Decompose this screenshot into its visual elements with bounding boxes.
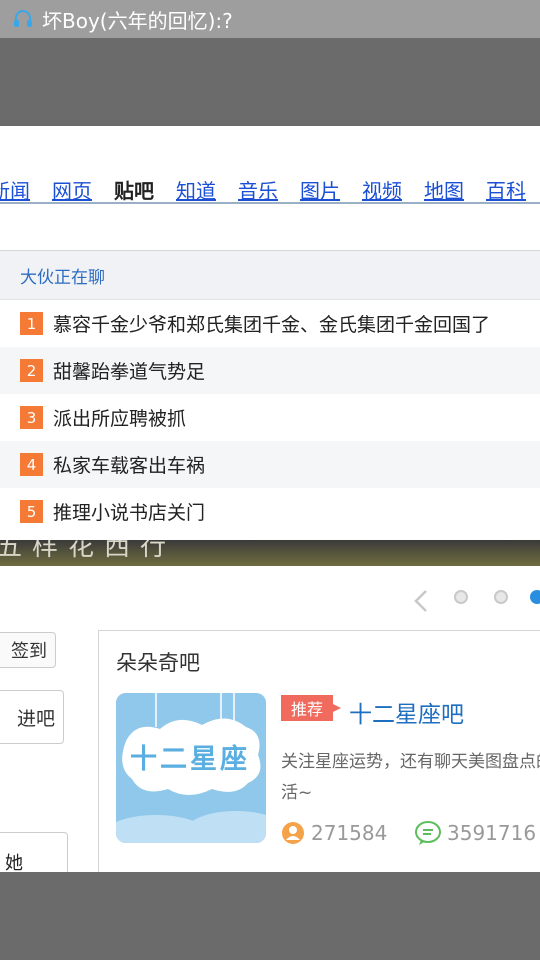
carousel-dot-active[interactable]	[530, 590, 540, 604]
posts-stat: 3591716	[415, 821, 536, 845]
rank-badge: 5	[20, 500, 43, 523]
top-nav: 新闻 网页 贴吧 知道 音乐 图片 视频 地图 百科 文	[0, 174, 540, 204]
web-view[interactable]: 新闻 网页 贴吧 知道 音乐 图片 视频 地图 百科 文 大伙正在聊 1 慕容千…	[0, 126, 540, 872]
bar-description: 关注星座运势，还有聊天美图盘点的生活~	[281, 752, 540, 803]
recommend-badge: 推荐	[281, 695, 341, 721]
headphones-icon	[12, 8, 34, 30]
banner-image[interactable]: 五样花西行	[0, 540, 540, 566]
nav-item-map[interactable]: 地图	[424, 175, 464, 204]
rank-badge: 4	[20, 453, 43, 476]
hot-topics-panel: 大伙正在聊 1 慕容千金少爷和郑氏集团千金、金氏集团千金回国了 2 甜馨跆拳道气…	[0, 250, 540, 541]
hot-topic-item[interactable]: 1 慕容千金少爷和郑氏集团千金、金氏集团千金回国了	[0, 300, 540, 347]
nav-item-tieba[interactable]: 贴吧	[114, 175, 154, 204]
hot-topic-item[interactable]: 5 推理小说书店关门	[0, 488, 540, 535]
nav-item-music[interactable]: 音乐	[238, 175, 278, 204]
rank-badge: 3	[20, 406, 43, 429]
bar-name-link[interactable]: 十二星座吧	[349, 695, 464, 729]
feed-snippet-text: 她	[5, 853, 23, 872]
left-panel: 签到 进吧 她	[0, 626, 80, 872]
recommend-card: 朵朵奇吧 十二星座 推荐 十二星座吧 关注星座运势，还有聊天美图盘点的生活~ 2…	[98, 630, 540, 872]
status-bar: 坏Boy(六年的回忆):?	[0, 0, 540, 38]
nav-item-news[interactable]: 新闻	[0, 175, 30, 204]
nav-divider	[0, 202, 540, 204]
thumb-label: 十二星座	[130, 744, 250, 775]
status-title: 坏Boy(六年的回忆):?	[42, 8, 233, 33]
hot-topic-text[interactable]: 推理小说书店关门	[53, 498, 205, 525]
hot-topic-item[interactable]: 4 私家车载客出车祸	[0, 441, 540, 488]
feed-snippet[interactable]: 她	[0, 832, 68, 872]
enter-bar-button[interactable]: 进吧	[0, 690, 64, 744]
hot-topic-text[interactable]: 甜馨跆拳道气势足	[53, 357, 205, 384]
hot-topic-item[interactable]: 2 甜馨跆拳道气势足	[0, 347, 540, 394]
carousel-indicator	[0, 584, 540, 614]
carousel-dot[interactable]	[494, 590, 508, 604]
banner-text: 五样花西行	[0, 540, 177, 562]
nav-item-images[interactable]: 图片	[300, 175, 340, 204]
card-title: 朵朵奇吧	[116, 651, 200, 675]
signin-button[interactable]: 签到	[0, 632, 56, 668]
carousel-dot[interactable]	[454, 590, 468, 604]
hot-topic-text[interactable]: 派出所应聘被抓	[53, 404, 186, 431]
nav-item-video[interactable]: 视频	[362, 175, 402, 204]
comment-icon	[415, 821, 441, 845]
rank-badge: 2	[20, 359, 43, 382]
hot-topic-text[interactable]: 私家车载客出车祸	[53, 451, 205, 478]
members-count: 271584	[311, 821, 388, 845]
rank-badge: 1	[20, 312, 43, 335]
chevron-left-icon[interactable]	[412, 588, 430, 618]
hot-topic-item[interactable]: 3 派出所应聘被抓	[0, 394, 540, 441]
nav-item-zhidao[interactable]: 知道	[176, 175, 216, 204]
members-stat: 271584	[281, 821, 387, 845]
posts-count: 3591716	[447, 821, 537, 845]
hot-topics-heading: 大伙正在聊	[0, 251, 540, 300]
nav-item-web[interactable]: 网页	[52, 175, 92, 204]
user-icon	[281, 821, 305, 845]
hot-topic-text[interactable]: 慕容千金少爷和郑氏集团千金、金氏集团千金回国了	[53, 310, 490, 337]
bar-thumbnail[interactable]: 十二星座	[116, 693, 266, 843]
nav-item-baike[interactable]: 百科	[486, 175, 526, 204]
